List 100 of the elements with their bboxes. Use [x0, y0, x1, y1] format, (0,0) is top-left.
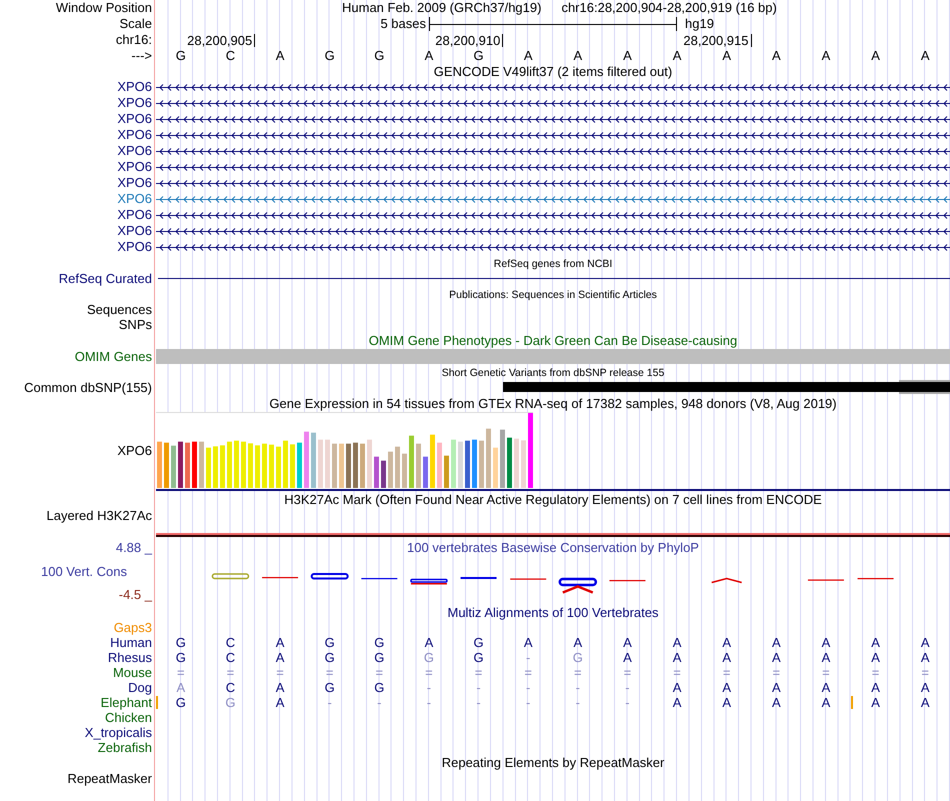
expression-bar [451, 440, 456, 488]
aligned-base: A [524, 635, 533, 650]
base-letter: A [424, 48, 434, 64]
base-letter: G [324, 48, 335, 64]
aligned-base: - [377, 695, 382, 710]
species-label: X_tropicalis [84, 725, 152, 740]
expression-bar [437, 442, 442, 488]
aligned-base: A [623, 650, 632, 665]
aligned-base: = [872, 665, 880, 680]
gene-label: XPO6 [117, 175, 152, 190]
aligned-base: A [871, 635, 880, 650]
species-label: Human [110, 635, 152, 650]
expression-bar [430, 434, 435, 488]
track-title: Multiz Alignments of 100 Vertebrates [447, 605, 658, 620]
aligned-base: = [524, 665, 532, 680]
aligned-base: A [176, 680, 186, 695]
expression-bar [213, 446, 218, 488]
track-label: RepeatMasker [67, 771, 152, 786]
conservation-glyph [558, 578, 598, 594]
expression-bar [248, 443, 253, 488]
expression-bar [423, 456, 428, 488]
aligned-base: G [474, 650, 484, 665]
aligned-base: C [226, 650, 236, 665]
expression-bar [374, 456, 379, 488]
aligned-base: G [374, 650, 384, 665]
track-label: Layered H3K27Ac [46, 508, 152, 523]
gene-label: XPO6 [117, 191, 152, 206]
aligned-base: - [426, 695, 432, 710]
expression-bar [507, 438, 512, 488]
track-title: 100 vertebrates Basewise Conservation by PhyloP [407, 540, 699, 555]
species-label: Dog [128, 680, 152, 695]
aligned-base: - [625, 695, 630, 710]
assembly-label: hg19 [685, 16, 714, 32]
aligned-base: = [474, 665, 482, 680]
track-title: Publications: Sequences in Scientific Articles [449, 289, 657, 301]
expression-bar [199, 442, 204, 488]
track-title: OMIM Gene Phenotypes - Dark Green Can Be Disease-causing [368, 333, 738, 348]
track-title: RefSeq genes from NCBI [494, 258, 612, 270]
aligned-base: - [328, 695, 332, 710]
aligned-base: A [871, 680, 880, 695]
aligned-base: A [276, 680, 284, 695]
expression-bar [325, 440, 330, 488]
aligned-base: C [226, 680, 236, 695]
base-letter: A [722, 48, 732, 64]
row-label: Scale [119, 16, 152, 31]
expression-bar [178, 442, 183, 488]
aligned-base: A [822, 695, 830, 710]
aligned-base: G [374, 635, 384, 650]
base-letter: A [524, 48, 533, 64]
aligned-base: = [673, 665, 681, 680]
species-label: Rhesus [108, 650, 152, 665]
scale-min-label: -4.5 _ [118, 588, 152, 602]
aligned-base: A [623, 635, 632, 650]
base-letter: G [474, 48, 484, 64]
aligned-base: = [226, 665, 234, 680]
aligned-base: = [921, 665, 929, 680]
track-title: H3K27Ac Mark (Often Found Near Active Regulatory Elements) on 7 cell lines from ENCODE [284, 492, 822, 507]
aligned-base: G [324, 650, 335, 665]
aligned-base: A [822, 680, 830, 695]
aligned-base: = [376, 665, 384, 680]
aligned-base: G [324, 635, 335, 650]
expression-bar [206, 448, 211, 488]
expression-bar [290, 444, 295, 488]
assembly-title: Human Feb. 2009 (GRCh37/hg19) [342, 0, 542, 15]
aligned-base: A [871, 650, 880, 665]
aligned-base: A [722, 650, 732, 665]
expression-bar [311, 432, 316, 488]
expression-bar [185, 442, 190, 488]
aligned-base: G [176, 695, 186, 710]
aligned-base: A [772, 635, 781, 650]
aligned-base: = [326, 665, 334, 680]
expression-bar [444, 456, 449, 488]
expression-bar [276, 446, 281, 488]
species-label: Elephant [100, 695, 152, 710]
expression-bar [353, 442, 358, 488]
conservation-glyph [310, 573, 349, 580]
expression-bar [283, 440, 288, 488]
row-label: chr16: [116, 32, 152, 47]
aligned-base: - [526, 650, 530, 665]
aligned-base: G [474, 635, 484, 650]
aligned-base: A [276, 695, 284, 710]
aligned-base: A [920, 680, 930, 695]
aligned-base: A [772, 680, 781, 695]
expression-bar [346, 444, 351, 488]
base-letter: A [871, 48, 880, 64]
base-letter: A [672, 48, 682, 64]
expression-bar [465, 440, 470, 488]
aligned-base: G [424, 650, 434, 665]
track-label: SNPs [118, 317, 152, 332]
gene-label: XPO6 [117, 239, 152, 254]
expression-bar [416, 444, 421, 488]
expression-bar [220, 445, 225, 488]
gene-label: XPO6 [117, 79, 152, 94]
track-label: OMIM Genes [74, 349, 152, 364]
base-letter: A [822, 48, 830, 64]
aligned-base: = [425, 665, 433, 680]
gaps-label: Gaps3 [114, 620, 152, 635]
expression-bar [227, 442, 232, 488]
expression-bar [164, 442, 169, 488]
aligned-base: G [324, 680, 335, 695]
